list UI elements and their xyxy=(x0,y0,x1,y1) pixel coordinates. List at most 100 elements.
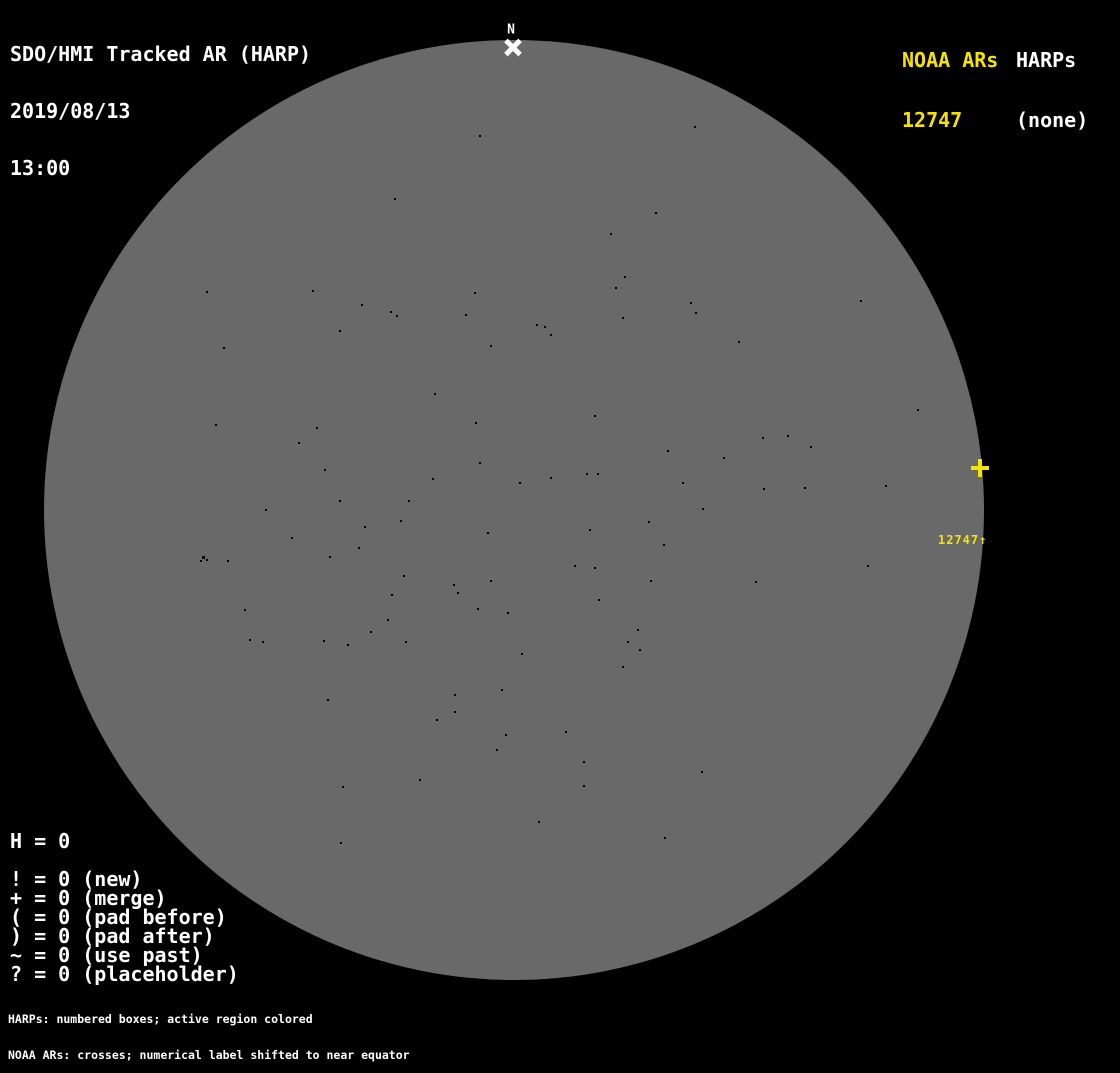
sunspot-speckle xyxy=(867,565,869,567)
sunspot-speckle xyxy=(597,473,599,475)
sunspot-speckle xyxy=(589,529,591,531)
sunspot-speckle xyxy=(738,341,740,343)
page-title: SDO/HMI Tracked AR (HARP) xyxy=(10,45,311,64)
sunspot-speckle xyxy=(701,771,703,773)
sunspot-speckle xyxy=(327,699,329,701)
observation-date: 2019/08/13 xyxy=(10,102,311,121)
sunspot-speckle xyxy=(432,478,434,480)
sunspot-speckle xyxy=(202,556,205,559)
sunspot-speckle xyxy=(723,457,725,459)
sunspot-speckle xyxy=(475,422,477,424)
sunspot-speckle xyxy=(586,473,588,475)
sunspot-speckle xyxy=(434,393,436,395)
sunspot-speckle xyxy=(291,537,293,539)
sunspot-speckle xyxy=(223,347,225,349)
sunspot-speckle xyxy=(536,324,538,326)
sunspot-speckle xyxy=(804,487,806,489)
sunspot-speckle xyxy=(487,532,489,534)
sunspot-speckle xyxy=(622,317,624,319)
noaa-ars-heading: NOAA ARs xyxy=(902,50,998,70)
sunspot-speckle xyxy=(436,719,438,721)
footer-caption: HARPs: numbered boxes; active region col… xyxy=(8,989,410,1073)
sunspot-speckle xyxy=(507,612,509,614)
header-block: SDO/HMI Tracked AR (HARP) 2019/08/13 13:… xyxy=(10,7,311,197)
sunspot-speckle xyxy=(391,594,393,596)
sunspot-speckle xyxy=(574,565,576,567)
sunspot-speckle xyxy=(496,749,498,751)
harp-tracker-screen: { "header": { "title": "SDO/HMI Tracked … xyxy=(0,0,1120,1024)
sunspot-speckle xyxy=(763,488,765,490)
sunspot-speckle xyxy=(538,821,540,823)
sunspot-speckle xyxy=(583,761,585,763)
sunspot-speckle xyxy=(519,482,521,484)
sunspot-speckle xyxy=(695,312,697,314)
sunspot-speckle xyxy=(787,435,789,437)
sunspot-speckle xyxy=(454,694,456,696)
legend-line: ? = 0 (placeholder) xyxy=(10,965,239,984)
sunspot-speckle xyxy=(361,304,363,306)
sunspot-speckle xyxy=(342,786,344,788)
harp-count: H = 0 xyxy=(10,829,70,853)
sunspot-speckle xyxy=(408,500,410,502)
sunspot-speckle xyxy=(227,560,229,562)
sunspot-speckle xyxy=(702,508,704,510)
north-pole-cross-icon xyxy=(502,36,524,58)
noaa-ar-number-label: 12747↑ xyxy=(938,533,987,547)
sunspot-speckle xyxy=(663,544,665,546)
cross-bar xyxy=(978,459,982,477)
sunspot-speckle xyxy=(544,326,546,328)
sunspot-speckle xyxy=(340,842,342,844)
sunspot-speckle xyxy=(324,469,326,471)
sunspot-speckle xyxy=(583,785,585,787)
sunspot-speckle xyxy=(810,446,812,448)
sunspot-speckle xyxy=(622,666,624,668)
sunspot-speckle xyxy=(457,592,459,594)
sunspot-speckle xyxy=(479,462,481,464)
sunspot-speckle xyxy=(370,631,372,633)
sunspot-speckle xyxy=(200,560,202,562)
sunspot-speckle xyxy=(490,580,492,582)
sunspot-speckle xyxy=(206,559,208,561)
sunspot-speckle xyxy=(454,711,456,713)
harps-column: HARPs (none) xyxy=(1016,10,1088,150)
sunspot-speckle xyxy=(249,639,251,641)
sunspot-speckle xyxy=(298,442,300,444)
sunspot-speckle xyxy=(690,302,692,304)
sunspot-speckle xyxy=(262,641,264,643)
sunspot-speckle xyxy=(474,292,476,294)
sunspot-speckle xyxy=(387,619,389,621)
sunspot-speckle xyxy=(664,837,666,839)
harps-value: (none) xyxy=(1016,110,1088,130)
sunspot-speckle xyxy=(594,415,596,417)
sunspot-speckle xyxy=(762,437,764,439)
sunspot-speckle xyxy=(329,556,331,558)
sunspot-speckle xyxy=(316,427,318,429)
sunspot-speckle xyxy=(615,287,617,289)
sunspot-speckle xyxy=(358,547,360,549)
noaa-ars-value: 12747 xyxy=(902,110,998,130)
sunspot-speckle xyxy=(323,640,325,642)
sunspot-speckle xyxy=(860,300,862,302)
sunspot-speckle xyxy=(755,581,757,583)
legend-symbol-list: ! = 0 (new)+ = 0 (merge)( = 0 (pad befor… xyxy=(10,870,239,984)
sunspot-speckle xyxy=(667,450,669,452)
sunspot-speckle xyxy=(390,311,392,313)
sunspot-speckle xyxy=(312,290,314,292)
footer-line-harps: HARPs: numbered boxes; active region col… xyxy=(8,1013,410,1025)
sunspot-speckle xyxy=(347,644,349,646)
sunspot-speckle xyxy=(650,580,652,582)
noaa-ar-cross-icon xyxy=(971,459,989,477)
sunspot-speckle xyxy=(339,330,341,332)
sunspot-speckle xyxy=(465,314,467,316)
sunspot-speckle xyxy=(396,315,398,317)
sunspot-speckle xyxy=(694,126,696,128)
sunspot-speckle xyxy=(627,641,629,643)
sunspot-speckle xyxy=(339,500,341,502)
sunspot-speckle xyxy=(403,575,405,577)
sunspot-speckle xyxy=(505,734,507,736)
sunspot-speckle xyxy=(521,653,523,655)
sunspot-speckle xyxy=(550,334,552,336)
noaa-ars-column: NOAA ARs 12747 xyxy=(902,10,998,150)
sunspot-speckle xyxy=(637,629,639,631)
sunspot-speckle xyxy=(648,521,650,523)
